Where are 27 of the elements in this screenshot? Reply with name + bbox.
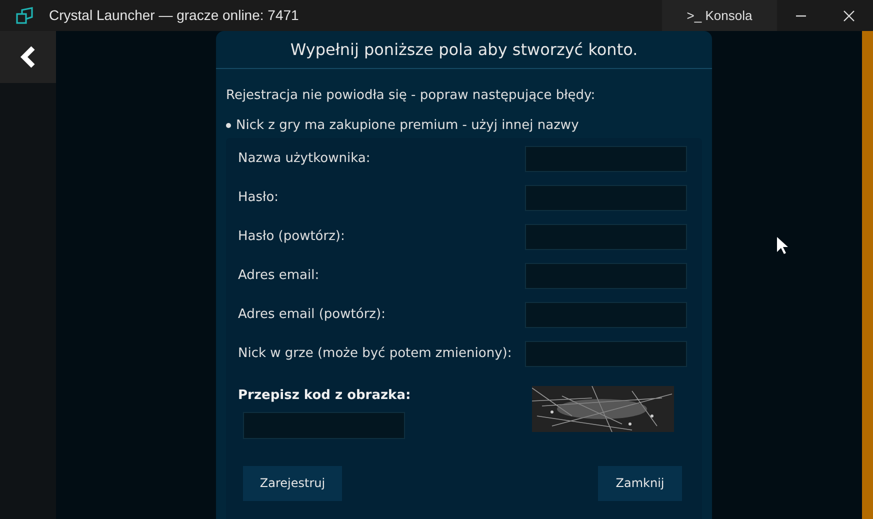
console-button[interactable]: >_ Konsola	[662, 0, 777, 31]
captcha-label: Przepisz kod z obrazka:	[238, 387, 411, 405]
dialog-title: Wypełnij poniższe pola aby stworzyć konto.	[216, 31, 712, 69]
field-label: Nazwa użytkownika:	[238, 150, 370, 168]
scrollbar[interactable]	[862, 31, 873, 519]
field-label: Hasło:	[238, 189, 279, 208]
field-label: Nick w grze (może być potem zmieniony):	[238, 345, 512, 364]
close-dialog-button[interactable]: Zamknij	[598, 466, 682, 500]
input-field[interactable]	[525, 263, 687, 289]
input-field[interactable]	[525, 146, 687, 172]
field-label: Adres email:	[238, 267, 320, 286]
field-label: Adres email (powtórz):	[238, 306, 386, 324]
input-field[interactable]	[525, 302, 687, 328]
input-field[interactable]	[525, 224, 687, 250]
captcha-field[interactable]	[243, 412, 405, 438]
error-message: Nick z gry ma zakupione premium - użyj innej nazwy	[236, 116, 579, 134]
window-title: Crystal Launcher — gracze online: 7471	[49, 6, 299, 25]
input-field[interactable]	[525, 185, 687, 211]
input-field[interactable]	[525, 341, 687, 367]
field-label: Hasło (powtórz):	[238, 228, 345, 246]
back-button[interactable]	[0, 31, 56, 83]
error-heading: Rejestracja nie powiodła się - popraw następujące błędy:	[226, 87, 596, 105]
app-logo-icon	[16, 6, 34, 24]
bullet-icon	[226, 122, 231, 128]
mouse-cursor-icon	[777, 237, 788, 255]
close-icon	[843, 10, 855, 22]
register-button[interactable]: Zarejestruj	[243, 466, 342, 500]
